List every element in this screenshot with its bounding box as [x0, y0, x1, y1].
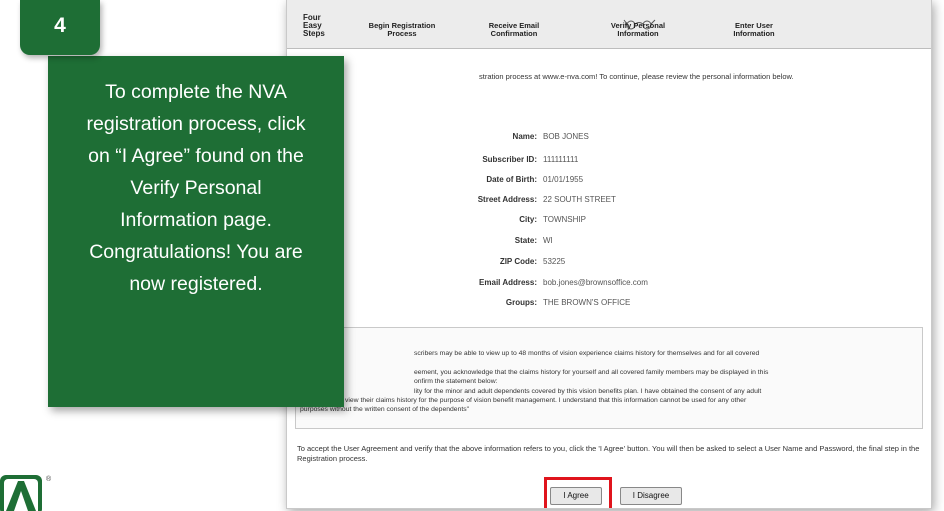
field-label: Groups:: [505, 298, 537, 307]
accept-instructions: To accept the User Agreement and verify …: [297, 444, 920, 463]
field-value: THE BROWN'S OFFICE: [543, 298, 631, 307]
callout-text: To complete the NVA registration process…: [58, 76, 334, 300]
agreement-line: scribers may be able to view up to 48 mo…: [414, 350, 760, 357]
steps-title-line: Steps: [303, 29, 325, 38]
field-value: WI: [543, 236, 553, 245]
step-number: 4: [54, 14, 66, 37]
callout-line: Information page.: [120, 209, 272, 231]
registered-mark: ®: [46, 475, 52, 483]
step-begin-registration: Begin Registration Process: [347, 22, 457, 38]
callout-line: Congratulations! You are: [89, 241, 303, 263]
field-label: Name:: [512, 132, 537, 141]
instruction-callout: To complete the NVA registration process…: [48, 56, 344, 407]
step-receive-email: Receive Email Confirmation: [459, 22, 569, 38]
agree-highlight-box: [544, 477, 612, 508]
step-number-badge: 4: [20, 0, 100, 55]
callout-line: registration process, click: [86, 113, 306, 135]
step-line: Information: [617, 29, 659, 38]
registration-screenshot: Four Easy Steps Begin Registration Proce…: [286, 0, 932, 509]
intro-text: stration process at www.e-nva.com! To co…: [479, 72, 794, 81]
i-disagree-button[interactable]: I Disagree: [620, 487, 682, 505]
field-value: BOB JONES: [543, 132, 589, 141]
callout-line: Verify Personal: [130, 177, 262, 199]
field-label: State:: [514, 236, 537, 245]
field-value: 111111111: [543, 155, 579, 164]
step-enter-user: Enter User Information: [699, 22, 809, 38]
field-value: TOWNSHIP: [543, 215, 586, 224]
agreement-line: purposes without the written consent of …: [300, 406, 470, 413]
step-line: Information: [733, 29, 775, 38]
field-value: 22 SOUTH STREET: [543, 195, 616, 204]
field-label: Email Address:: [479, 278, 537, 287]
user-agreement-box[interactable]: scribers may be able to view up to 48 mo…: [295, 327, 923, 429]
agreement-line: onfirm the statement below:: [414, 378, 498, 385]
step-line: Confirmation: [490, 29, 538, 38]
callout-line: now registered.: [129, 273, 263, 295]
field-value: 53225: [543, 257, 566, 266]
field-label: Street Address:: [477, 195, 537, 204]
nva-logo: ®: [0, 475, 52, 511]
step-verify-personal: Verify Personal Information: [583, 22, 693, 38]
agreement-line: eement, you acknowledge that the claims …: [414, 369, 769, 376]
agreement-line: dependents to view their claims history …: [300, 397, 747, 404]
agreement-line: lity for the minor and adult dependents …: [414, 388, 762, 395]
field-value: 01/01/1955: [543, 175, 584, 184]
callout-line: To complete the NVA: [105, 81, 287, 103]
callout-line: on “I Agree” found on the: [88, 145, 304, 167]
step-line: Process: [387, 29, 417, 38]
steps-title: Four Easy Steps: [303, 14, 339, 38]
steps-bar: Four Easy Steps Begin Registration Proce…: [287, 0, 931, 49]
field-label: Date of Birth:: [486, 175, 537, 184]
field-label: City:: [519, 215, 537, 224]
field-label: ZIP Code:: [499, 257, 537, 266]
field-label: Subscriber ID:: [482, 155, 537, 164]
field-value: bob.jones@brownsoffice.com: [543, 278, 648, 287]
